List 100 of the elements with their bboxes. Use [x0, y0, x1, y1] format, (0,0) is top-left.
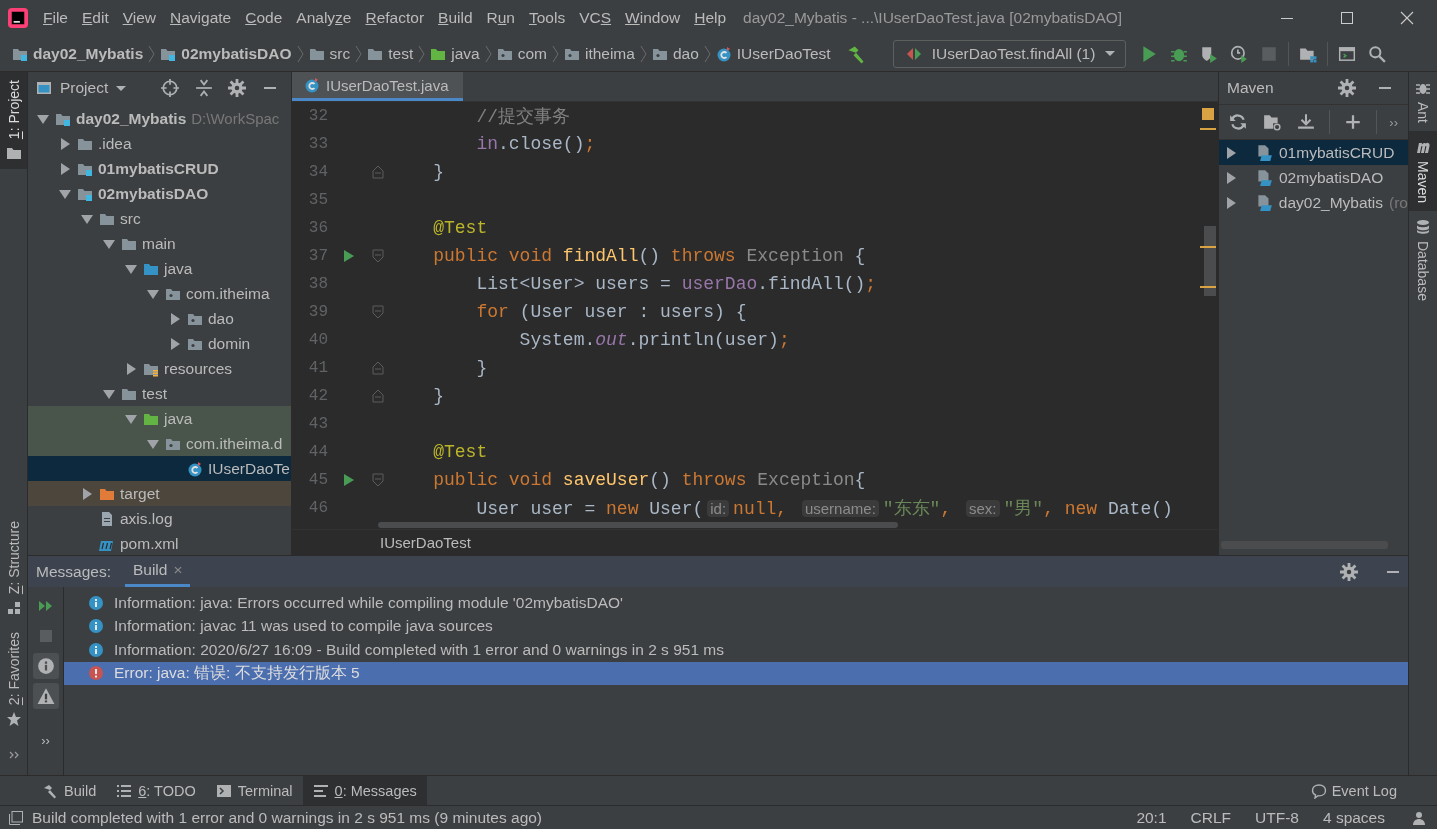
tree-item[interactable]: pom.xml: [28, 531, 291, 555]
menu-item[interactable]: Help: [687, 9, 734, 27]
collapsed-arrow-icon[interactable]: [1225, 146, 1237, 159]
tool-window-tab[interactable]: Database: [1409, 211, 1437, 309]
run-icon[interactable]: [343, 249, 355, 263]
collapsed-arrow-icon[interactable]: [81, 487, 93, 500]
fold-marker-icon[interactable]: [372, 165, 384, 179]
tree-item[interactable]: 01mybatisCRUD: [28, 156, 291, 181]
tree-item[interactable]: day02_Mybatis D:\WorkSpac: [28, 106, 291, 131]
tree-item[interactable]: .idea: [28, 131, 291, 156]
collapsed-arrow-icon[interactable]: [59, 137, 71, 150]
expanded-arrow-icon[interactable]: [147, 287, 159, 300]
tree-item[interactable]: IUserDaoTe: [28, 456, 291, 481]
menu-item[interactable]: Refactor: [358, 9, 432, 27]
tree-item[interactable]: resources: [28, 356, 291, 381]
build-tab[interactable]: Build ×: [124, 556, 191, 587]
expanded-arrow-icon[interactable]: [59, 187, 71, 200]
menu-item[interactable]: VCS: [572, 9, 619, 27]
run-icon[interactable]: [343, 473, 355, 487]
tree-item[interactable]: domin: [28, 331, 291, 356]
breadcrumb-item[interactable]: day02_Mybatis: [12, 44, 144, 63]
layout-icon[interactable]: [8, 809, 24, 826]
fold-marker-icon[interactable]: [372, 389, 384, 403]
status-item[interactable]: 4 spaces: [1314, 808, 1393, 827]
tool-window-button[interactable]: 0: Messages: [302, 775, 427, 806]
more-button[interactable]: ››: [41, 733, 50, 748]
tree-item[interactable]: axis.log: [28, 506, 291, 531]
tool-window-tab[interactable]: Maven: [1409, 131, 1437, 212]
tree-item[interactable]: 02mybatisDAO: [28, 181, 291, 206]
fold-marker-icon[interactable]: [372, 473, 384, 487]
expanded-arrow-icon[interactable]: [125, 262, 137, 275]
menu-item[interactable]: Analyze: [289, 9, 359, 27]
breadcrumb-item[interactable]: itheima: [563, 44, 635, 63]
message-row[interactable]: Error: java: 错误: 不支持发行版本 5: [64, 661, 1408, 685]
menu-item[interactable]: Build: [431, 9, 480, 27]
menu-item[interactable]: View: [115, 9, 164, 27]
breadcrumb-item[interactable]: src: [308, 44, 351, 63]
expanded-arrow-icon[interactable]: [147, 437, 159, 450]
collapsed-arrow-icon[interactable]: [1225, 196, 1237, 209]
editor-tab[interactable]: IUserDaoTest.java: [292, 72, 463, 101]
fold-marker-icon[interactable]: [372, 305, 384, 319]
tree-item[interactable]: com.itheima.d: [28, 431, 291, 456]
panel-title[interactable]: Project: [60, 79, 109, 97]
menu-item[interactable]: Edit: [75, 9, 116, 27]
status-item[interactable]: UTF-8: [1247, 808, 1307, 827]
event-log-button[interactable]: Event Log: [1310, 782, 1397, 799]
expanded-arrow-icon[interactable]: [103, 237, 115, 250]
tool-window-button[interactable]: Build: [32, 775, 107, 806]
tree-item[interactable]: main: [28, 231, 291, 256]
maven-project-item[interactable]: 02mybatisDAO: [1219, 165, 1408, 190]
menu-item[interactable]: Navigate: [163, 9, 239, 27]
expanded-arrow-icon[interactable]: [81, 212, 93, 225]
collapsed-arrow-icon[interactable]: [1225, 171, 1237, 184]
horizontal-scrollbar[interactable]: [378, 522, 898, 528]
info-filter-button[interactable]: [32, 653, 59, 679]
tool-window-tab[interactable]: 2: Favorites: [0, 623, 27, 735]
tool-window-button[interactable]: Terminal: [205, 775, 303, 806]
close-icon[interactable]: ×: [173, 561, 183, 579]
expanded-arrow-icon[interactable]: [103, 387, 115, 400]
collapsed-arrow-icon[interactable]: [169, 337, 181, 350]
breadcrumb-item[interactable]: com: [496, 44, 547, 63]
maven-project-item[interactable]: 01mybatisCRUD: [1219, 140, 1408, 165]
warning-filter-button[interactable]: [32, 683, 59, 709]
tool-window-tab[interactable]: 1: Project: [0, 72, 27, 170]
fold-marker-icon[interactable]: [372, 361, 384, 375]
menu-item[interactable]: Code: [238, 9, 290, 27]
fold-marker-icon[interactable]: [372, 249, 384, 263]
editor-breadcrumb[interactable]: IUserDaoTest: [380, 534, 471, 551]
tree-item[interactable]: src: [28, 206, 291, 231]
message-row[interactable]: Information: 2020/6/27 16:09 - Build completed with 1 error and 0 warnings in 2 s 951 ms: [64, 638, 1408, 662]
more-button[interactable]: ››: [1389, 114, 1404, 130]
tool-window-tab[interactable]: Z: Structure: [0, 512, 27, 624]
tree-item[interactable]: target: [28, 481, 291, 506]
menu-item[interactable]: Tools: [522, 9, 573, 27]
breadcrumb-item[interactable]: test: [367, 44, 414, 63]
expanded-arrow-icon[interactable]: [37, 112, 49, 125]
status-item[interactable]: CRLF: [1182, 808, 1240, 827]
breadcrumb-item[interactable]: java: [430, 44, 480, 63]
tree-item[interactable]: java: [28, 256, 291, 281]
expanded-arrow-icon[interactable]: [125, 412, 137, 425]
tree-item[interactable]: dao: [28, 306, 291, 331]
tree-item[interactable]: com.itheima: [28, 281, 291, 306]
collapsed-arrow-icon[interactable]: [125, 362, 137, 375]
tree-item[interactable]: test: [28, 381, 291, 406]
run-configuration-dropdown[interactable]: IUserDaoTest.findAll (1): [892, 39, 1127, 68]
tree-item[interactable]: java: [28, 406, 291, 431]
collapsed-arrow-icon[interactable]: [59, 162, 71, 175]
message-row[interactable]: Information: javac 11 was used to compile java sources: [64, 614, 1408, 638]
menu-item[interactable]: Run: [479, 9, 522, 27]
breadcrumb-item[interactable]: dao: [651, 44, 699, 63]
message-row[interactable]: Information: java: Errors occurred while compiling module '02mybatisDAO': [64, 591, 1408, 615]
maven-project-item[interactable]: day02_Mybatis (ro: [1219, 190, 1408, 215]
tool-window-tab[interactable]: Ant: [1409, 72, 1437, 131]
menu-item[interactable]: File: [36, 9, 75, 27]
status-item[interactable]: 20:1: [1128, 808, 1175, 827]
collapsed-arrow-icon[interactable]: [169, 312, 181, 325]
breadcrumb-item[interactable]: 02mybatisDAO: [160, 44, 292, 63]
tool-window-button[interactable]: 6: TODO: [106, 775, 206, 806]
breadcrumb-item[interactable]: IUserDaoTest: [715, 44, 831, 63]
menu-item[interactable]: Window: [618, 9, 688, 27]
